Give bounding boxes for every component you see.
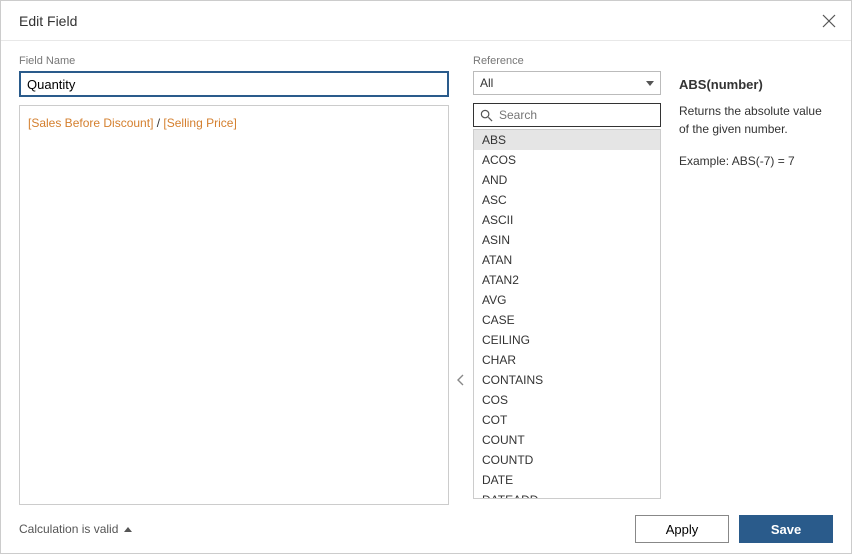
footer-buttons: Apply Save [635,515,833,543]
validity-text: Calculation is valid [19,522,118,536]
function-item[interactable]: CEILING [474,330,660,350]
formula-fieldref: [Selling Price] [163,116,236,130]
function-item[interactable]: ASC [474,190,660,210]
edit-field-dialog: Edit Field Field Name [Sales Before Disc… [0,0,852,554]
reference-label: Reference [473,55,661,67]
function-item[interactable]: DATEADD [474,490,660,499]
formula-textarea[interactable]: [Sales Before Discount] / [Selling Price… [19,105,449,505]
function-item[interactable]: ATAN2 [474,270,660,290]
function-item[interactable]: DATE [474,470,660,490]
close-icon [822,14,836,28]
dialog-footer: Calculation is valid Apply Save [1,505,851,553]
function-item[interactable]: CHAR [474,350,660,370]
function-item[interactable]: ACOS [474,150,660,170]
apply-button[interactable]: Apply [635,515,729,543]
function-item[interactable]: ASCII [474,210,660,230]
chevron-left-icon [457,374,465,386]
collapse-reference-toggle[interactable] [449,55,473,505]
function-example: Example: ABS(-7) = 7 [679,154,833,168]
function-item[interactable]: CASE [474,310,660,330]
caret-down-icon [646,81,654,86]
save-button[interactable]: Save [739,515,833,543]
formula-fieldref: [Sales Before Discount] [28,116,153,130]
function-item[interactable]: COS [474,390,660,410]
function-item[interactable]: COUNTD [474,450,660,470]
close-button[interactable] [819,11,839,31]
function-item[interactable]: ASIN [474,230,660,250]
function-signature: ABS(number) [679,77,833,92]
calculation-validity-toggle[interactable]: Calculation is valid [19,522,132,536]
function-doc-panel: ABS(number) Returns the absolute value o… [661,55,833,505]
title-bar: Edit Field [1,1,851,41]
function-search-box[interactable] [473,103,661,127]
reference-select[interactable]: All [473,71,661,95]
formula-operator: / [153,116,163,130]
function-item[interactable]: AND [474,170,660,190]
function-item[interactable]: ATAN [474,250,660,270]
function-search-input[interactable] [499,108,654,122]
field-name-label: Field Name [19,55,449,67]
function-item[interactable]: COUNT [474,430,660,450]
field-name-input[interactable] [19,71,449,97]
chevron-up-icon [124,527,132,532]
dialog-title: Edit Field [19,13,77,29]
function-description: Returns the absolute value of the given … [679,102,833,138]
function-item[interactable]: ABS [474,130,660,150]
field-editor-panel: Field Name [Sales Before Discount] / [Se… [19,55,449,505]
reference-panel: Reference All ABSACOSANDASCASCIIASINATAN… [473,55,661,505]
function-item[interactable]: COT [474,410,660,430]
function-list[interactable]: ABSACOSANDASCASCIIASINATANATAN2AVGCASECE… [473,129,661,499]
function-item[interactable]: CONTAINS [474,370,660,390]
reference-selected-value: All [480,76,493,90]
function-item[interactable]: AVG [474,290,660,310]
search-icon [480,109,493,122]
